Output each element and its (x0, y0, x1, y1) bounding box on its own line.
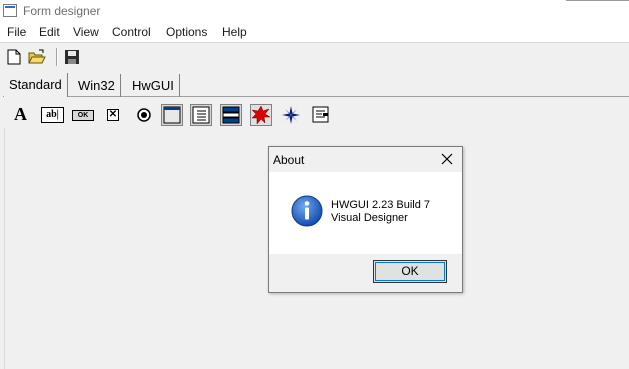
menu-edit[interactable]: Edit (39, 25, 60, 39)
combobox-tool-button[interactable] (220, 104, 242, 126)
window-icon (3, 4, 17, 17)
star-tool-icon (282, 106, 300, 124)
menu-control[interactable]: Control (112, 25, 151, 39)
ok-button-label: OK (401, 264, 419, 278)
menu-help[interactable]: Help (222, 25, 247, 39)
listbox-tool-icon (192, 106, 210, 124)
radio-tool-button[interactable] (133, 104, 155, 126)
label-tool-icon: A (14, 104, 27, 124)
menu-options[interactable]: Options (166, 25, 207, 39)
window-title: Form designer (23, 4, 101, 18)
checkbox-tool-glyph: ✕ (108, 109, 118, 120)
dialog-title: About (273, 153, 305, 167)
save-disk-icon (65, 50, 79, 64)
title-bar: Form designer (0, 0, 629, 22)
info-icon (291, 195, 323, 227)
tab-win32[interactable]: Win32 (73, 74, 121, 97)
tab-win32-label: Win32 (78, 78, 115, 93)
combobox-tool-icon (222, 106, 240, 124)
button-tool-button[interactable]: OK (72, 104, 96, 126)
label-tool-button[interactable]: A (11, 104, 33, 126)
save-button[interactable] (63, 48, 81, 66)
checkbox-tool-button[interactable]: ✕ (103, 104, 125, 126)
dialog-product-name: Visual Designer (331, 212, 408, 224)
checkbox-tool-icon: ✕ (107, 109, 119, 121)
image-tool-button[interactable] (250, 104, 272, 126)
new-file-button[interactable] (5, 48, 23, 66)
dialog-product-version: HWGUI 2.23 Build 7 (331, 199, 431, 211)
toolbar-separator (56, 48, 58, 66)
text-tool-button[interactable] (310, 104, 332, 126)
menu-view[interactable]: View (73, 25, 99, 39)
new-file-icon (7, 49, 21, 65)
star-tool-button[interactable] (280, 104, 302, 126)
button-tool-icon: OK (72, 110, 94, 121)
menu-file[interactable]: File (7, 25, 26, 39)
listbox-tool-button[interactable] (190, 104, 212, 126)
edit-tool-button[interactable]: ab| (40, 104, 65, 126)
edit-tool-icon: ab| (41, 107, 64, 123)
edit-tool-glyph: ab| (46, 109, 59, 120)
button-tool-glyph: OK (77, 112, 89, 119)
open-button[interactable] (28, 48, 46, 66)
tab-hwgui[interactable]: HwGUI (127, 74, 180, 97)
dialog-body: HWGUI 2.23 Build 7 Visual Designer (269, 172, 462, 254)
tab-standard-label: Standard (9, 77, 62, 92)
image-tool-icon (251, 105, 271, 125)
close-icon[interactable] (440, 152, 454, 166)
ok-button[interactable]: OK (373, 260, 447, 283)
about-dialog: About HWGUI 2.23 Build 7 Visual Designer… (268, 146, 463, 293)
panel-tool-icon (163, 106, 181, 124)
open-folder-icon (28, 49, 46, 64)
tab-hwgui-label: HwGUI (132, 78, 174, 93)
window-controls-edge (566, 0, 629, 1)
menu-bar: File Edit View Control Options Help (0, 22, 629, 43)
tab-standard[interactable]: Standard (4, 73, 68, 97)
text-tool-icon (312, 106, 329, 123)
toolbar (0, 43, 629, 71)
panel-tool-button[interactable] (161, 104, 183, 126)
radio-tool-icon (137, 108, 151, 122)
